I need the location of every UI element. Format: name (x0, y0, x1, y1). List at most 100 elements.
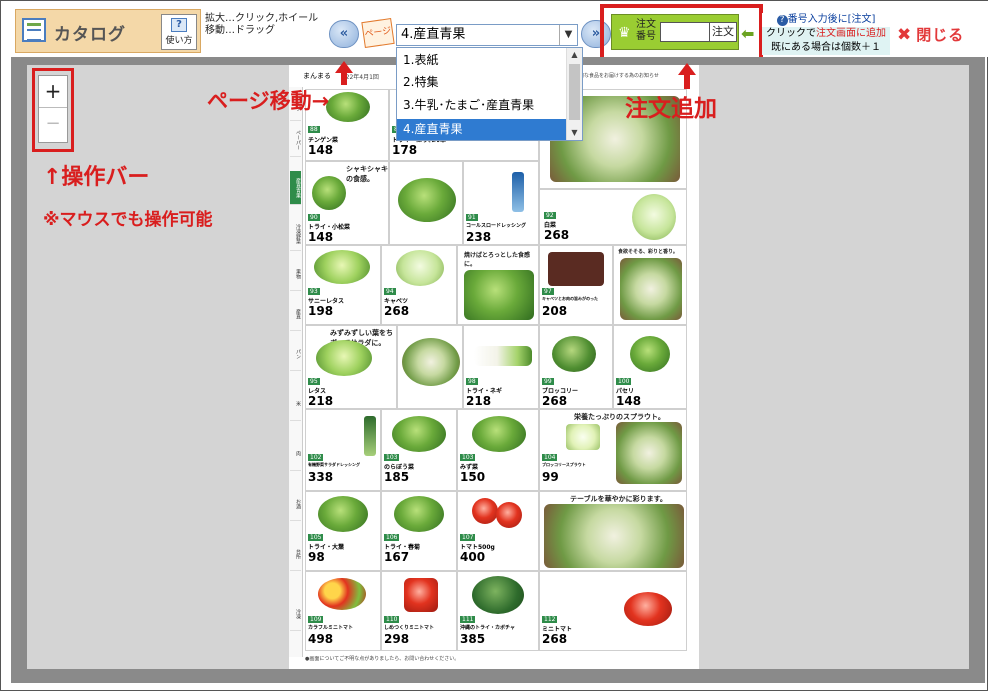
item-price: 148 (308, 230, 334, 244)
double-chevron-right-icon: » (591, 26, 601, 41)
product-cell: 97 キャベツとお肉の旨みがのった 208 (539, 245, 613, 325)
item-number: 107 (460, 534, 476, 541)
order-info: ? 番号入力後に[注文] クリックで注文画面に追加 既にある場合は個数＋１ (762, 13, 890, 57)
zoom-in-button[interactable]: + (39, 76, 67, 108)
section-title: シャキシャキの食感。 (346, 165, 388, 183)
section-title: 焼けばとろっとした食感に。 (464, 252, 531, 268)
item-price: 385 (460, 632, 486, 646)
item-number: 103 (460, 454, 476, 461)
product-cell: 98 トライ・ネギ 218 (463, 325, 539, 409)
item-name: 有機野菜サラダドレッシング (308, 462, 360, 467)
question-icon: ? (776, 15, 788, 26)
item-number: 104 (542, 454, 558, 461)
product-cell: 106 トライ・春菊 167 (381, 491, 457, 571)
product-cell: テーブルを華やかに彩ります。 (539, 491, 687, 571)
product-cell: みずみずしい葉をちぎってサラダに。 95 レタス 218 (305, 325, 397, 409)
order-label-line2: 番号 (636, 31, 656, 42)
page-dropdown[interactable]: 1.表紙 2.特集 3.牛乳･たまご･産直青果 4.産直青果 ▲ ▼ (396, 47, 583, 141)
product-cell (389, 161, 463, 245)
page-select[interactable]: 4.産直青果 ▼ (396, 24, 578, 46)
page-sidebar: ハーブ ペーパー 産直青果 冷凍野菜 果物 産直 パン 米 肉 お酒 台所 冷凍 (289, 87, 303, 657)
catalog-page[interactable]: まんまる '22年4月1回 最適な食品をお届けする為のお知らせ ハーブ ペーパー… (289, 65, 699, 669)
close-label: 閉じる (916, 26, 965, 44)
annotation-arrow-up-icon (335, 61, 353, 85)
prev-page-button[interactable]: « (329, 20, 359, 48)
scrollbar-thumb[interactable] (569, 64, 580, 120)
zoom-out-button[interactable]: − (39, 109, 67, 142)
sidebar-tab: 台所 (290, 537, 301, 571)
sidebar-tab: パン (290, 337, 301, 371)
item-price: 268 (544, 228, 570, 242)
product-cell: 94 キャベツ 268 (381, 245, 457, 325)
chevron-down-icon[interactable]: ▼ (559, 25, 577, 45)
annotation-order-add: 注文追加 (625, 96, 717, 122)
item-price: 198 (308, 304, 334, 318)
help-text: 拡大…クリック,ホイール 移動…ドラッグ (205, 13, 318, 37)
catalog-window: カタログ ? 使い方 拡大…クリック,ホイール 移動…ドラッグ « ページ 4.… (0, 0, 988, 691)
item-price: 99 (542, 470, 559, 484)
page-footer: ●画面についてご不明な点がありましたら、お問い合わせください。 (305, 656, 460, 662)
chevron-down-icon[interactable]: ▼ (567, 126, 582, 140)
chevron-up-icon[interactable]: ▲ (567, 48, 582, 62)
double-chevron-left-icon: « (339, 26, 349, 41)
product-cell: 112 ミニトマト 268 (539, 571, 687, 651)
item-price: 218 (308, 394, 334, 408)
order-submit-button[interactable]: 注文 (709, 22, 737, 42)
sidebar-tab: お酒 (290, 487, 301, 521)
item-number: 97 (542, 288, 554, 295)
item-number: 102 (308, 454, 324, 461)
item-number: 92 (544, 212, 556, 219)
item-number: 88 (308, 126, 320, 133)
dropdown-option[interactable]: 2.特集 (397, 72, 567, 93)
item-price: 298 (384, 632, 410, 646)
item-price: 148 (616, 394, 642, 408)
item-number: 98 (466, 378, 478, 385)
info-line1: ? 番号入力後に[注文] (762, 13, 890, 27)
dropdown-option[interactable]: 1.表紙 (397, 50, 567, 71)
section-title: テーブルを華やかに彩ります。 (570, 495, 667, 503)
product-cell: 110 しめつくりミニトマト 298 (381, 571, 457, 651)
info-line2-b: 注文画面に追加 (816, 28, 886, 39)
product-cell: シャキシャキの食感。 90 トライ・小松菜 148 (305, 161, 389, 245)
order-number-input[interactable] (660, 22, 710, 42)
item-price: 238 (466, 230, 492, 244)
product-cell: 93 サニーレタス 198 (305, 245, 381, 325)
product-cell: 111 沖縄のトライ・カボチャ 385 (457, 571, 539, 651)
item-price: 268 (542, 632, 568, 646)
catalog-header: カタログ ? 使い方 (15, 9, 201, 53)
item-name: コールスロードレッシング (466, 223, 527, 229)
item-price: 400 (460, 550, 486, 564)
info-line2: クリックで注文画面に追加 (762, 27, 890, 41)
dropdown-scrollbar[interactable]: ▲ ▼ (566, 48, 582, 140)
product-cell: 109 カラフルミニトマト 498 (305, 571, 381, 651)
product-cell: 102 有機野菜サラダドレッシング 338 (305, 409, 381, 491)
item-price: 185 (384, 470, 410, 484)
item-number: 94 (384, 288, 396, 295)
product-cell: 107 トマト500g 400 (457, 491, 539, 571)
order-panel: ♛ 注文 番号 注文 (611, 14, 739, 50)
info-line3: 既にある場合は個数＋１ (762, 41, 890, 55)
dropdown-option-selected[interactable]: 4.産直青果 (397, 119, 567, 140)
help-line-move: 移動…ドラッグ (205, 25, 275, 36)
help-icon: ? (171, 18, 187, 32)
sidebar-tab: 肉 (290, 437, 301, 471)
item-number: 95 (308, 378, 320, 385)
product-cell (397, 325, 463, 409)
item-price: 268 (542, 394, 568, 408)
order-label: 注文 番号 (636, 19, 656, 43)
crown-icon: ♛ (618, 25, 631, 41)
howto-button[interactable]: ? 使い方 (161, 14, 197, 50)
section-title: 食欲そそる、彩りと香り。 (618, 249, 678, 255)
howto-label: 使い方 (165, 36, 193, 46)
close-button[interactable]: ✖ 閉じる (897, 24, 964, 45)
close-icon: ✖ (897, 25, 913, 45)
product-cell: 99 ブロッコリー 268 (539, 325, 613, 409)
sidebar-tab: 冷凍野菜 (290, 217, 301, 251)
item-price: 208 (542, 304, 568, 318)
item-name: しめつくりミニトマト (384, 625, 435, 631)
item-number: 105 (308, 534, 324, 541)
item-price: 338 (308, 470, 334, 484)
item-price: 98 (308, 550, 325, 564)
annotation-page-move: ページ移動→ (207, 89, 330, 113)
dropdown-option[interactable]: 3.牛乳･たまご･産直青果 (397, 95, 567, 116)
